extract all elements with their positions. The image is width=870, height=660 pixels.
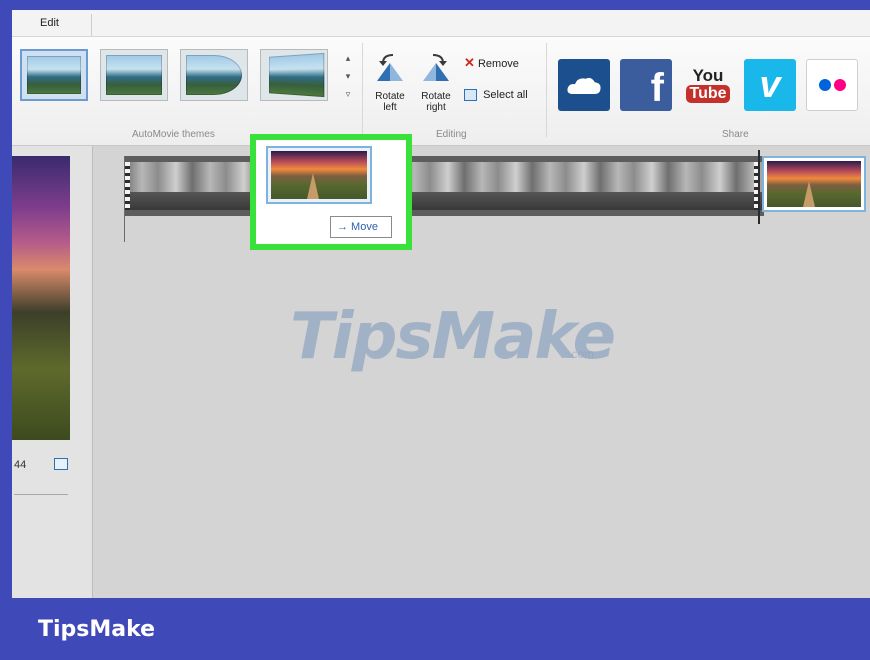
rotate-left-button[interactable]: Rotate left (368, 51, 412, 113)
app-window: Edit ▴ ▾ ▿ AutoMovie themes Rotate left (12, 10, 870, 598)
facebook-icon[interactable]: f (620, 59, 672, 111)
theme-thumbnail-2[interactable] (100, 49, 168, 101)
group-label-editing: Editing (436, 129, 467, 140)
timeline-track[interactable] (124, 156, 764, 216)
group-label-share: Share (722, 129, 749, 140)
onedrive-icon[interactable] (558, 59, 610, 111)
gallery-scroll-control[interactable]: ▴ ▾ ▿ (342, 49, 354, 105)
pane-splitter[interactable] (92, 146, 93, 598)
playhead[interactable] (758, 150, 760, 224)
group-label-automovie: AutoMovie themes (132, 129, 215, 140)
youtube-icon[interactable]: You Tube (682, 59, 734, 111)
tab-edit[interactable]: Edit (28, 14, 92, 36)
vimeo-icon[interactable]: v (744, 59, 796, 111)
watermark-suffix: .com (568, 347, 595, 361)
select-all-icon (464, 89, 477, 102)
insertion-marker (124, 156, 125, 242)
rotate-left-icon (377, 54, 403, 81)
gallery-expand-icon[interactable]: ▿ (342, 85, 354, 103)
video-clip-strip-lower (124, 192, 764, 210)
remove-button[interactable]: ✕ Remove (464, 55, 519, 71)
group-divider (546, 43, 547, 137)
theme-thumbnail-4[interactable] (260, 49, 328, 101)
preview-time: 44 (14, 459, 27, 471)
remove-icon: ✕ (464, 55, 475, 70)
image-clip[interactable] (762, 156, 866, 212)
youtube-text-bottom: Tube (686, 85, 730, 103)
flickr-icon[interactable] (806, 59, 858, 111)
vimeo-letter: v (759, 63, 781, 106)
menu-bar: Edit (12, 10, 870, 37)
dragged-clip[interactable] (266, 146, 372, 204)
rotate-left-label: Rotate left (375, 91, 405, 113)
rotate-right-icon (423, 54, 449, 81)
move-tooltip: → Move (330, 216, 392, 238)
snapshot-icon[interactable] (54, 458, 68, 470)
scroll-down-icon[interactable]: ▾ (342, 67, 354, 85)
rotate-right-button[interactable]: Rotate right (414, 51, 458, 113)
facebook-letter: f (650, 66, 664, 110)
rotate-right-label: Rotate right (421, 91, 451, 113)
watermark: TipsMake (290, 300, 616, 374)
theme-thumbnail-3[interactable] (180, 49, 248, 101)
preview-monitor (12, 156, 70, 440)
select-all-button[interactable]: Select all (464, 87, 528, 103)
ribbon: ▴ ▾ ▿ AutoMovie themes Rotate left Rotat… (12, 37, 870, 146)
scroll-up-icon[interactable]: ▴ (342, 49, 354, 67)
theme-thumbnail-1[interactable] (20, 49, 88, 101)
remove-label: Remove (477, 58, 519, 70)
brand-label: TipsMake (38, 617, 156, 642)
youtube-text-top: You (692, 66, 724, 85)
group-divider (362, 43, 363, 137)
select-all-label: Select all (483, 89, 528, 101)
seek-slider[interactable] (14, 494, 68, 495)
